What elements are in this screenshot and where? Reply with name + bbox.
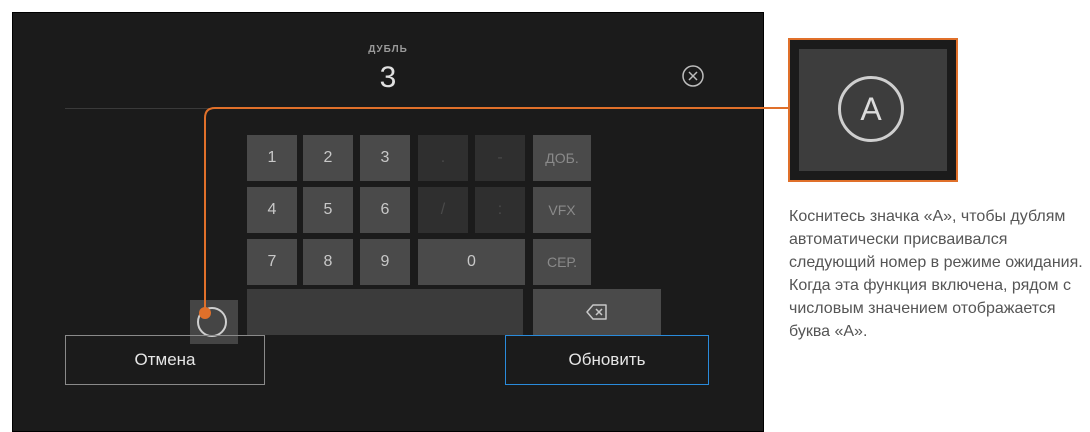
field-label: ДУБЛЬ — [368, 44, 408, 55]
backspace-button[interactable] — [533, 289, 661, 335]
backspace-icon — [586, 304, 607, 320]
cancel-button[interactable]: Отмена — [65, 335, 265, 385]
key-dash: - — [475, 135, 525, 181]
key-1[interactable]: 1 — [247, 135, 297, 181]
key-9[interactable]: 9 — [360, 239, 410, 285]
callout-zoom-inner: A — [799, 49, 947, 171]
take-input-field[interactable] — [247, 289, 523, 335]
key-4[interactable]: 4 — [247, 187, 297, 233]
key-5[interactable]: 5 — [303, 187, 353, 233]
key-8[interactable]: 8 — [303, 239, 353, 285]
key-2[interactable]: 2 — [303, 135, 353, 181]
auto-take-a-icon: A — [838, 76, 904, 142]
key-3[interactable]: 3 — [360, 135, 410, 181]
callout-description: Коснитесь значка «A», чтобы дублям автом… — [789, 208, 1083, 340]
callout-zoom-box: A — [788, 38, 958, 182]
key-slash: / — [418, 187, 468, 233]
key-vfx[interactable]: VFX — [533, 187, 591, 233]
key-pickup[interactable]: ДОБ. — [533, 135, 591, 181]
key-colon: : — [475, 187, 525, 233]
key-dot: . — [418, 135, 468, 181]
key-7[interactable]: 7 — [247, 239, 297, 285]
key-6[interactable]: 6 — [360, 187, 410, 233]
auto-take-icon — [197, 307, 227, 337]
clear-icon[interactable] — [681, 64, 705, 88]
key-0[interactable]: 0 — [418, 239, 525, 285]
divider — [65, 108, 723, 109]
take-entry-dialog: ДУБЛЬ 3 1 2 3 . - ДОБ. 4 5 6 / : VFX 7 8… — [12, 12, 764, 432]
key-series[interactable]: СЕР. — [533, 239, 591, 285]
update-button[interactable]: Обновить — [505, 335, 709, 385]
take-value-display: 3 — [379, 61, 397, 94]
